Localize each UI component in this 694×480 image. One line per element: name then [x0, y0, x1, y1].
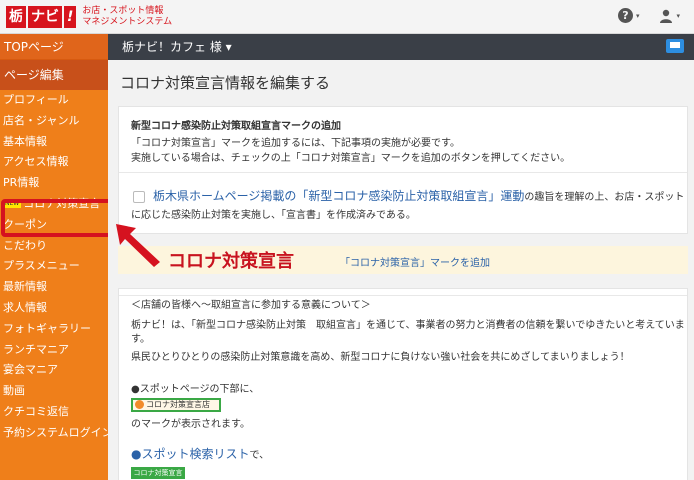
sidebar-item-label: 最新情報 [3, 280, 47, 294]
top-header: 栃 ナビ ! お店・スポット情報 マネジメントシステム ? ▾ ▾ [0, 0, 694, 34]
monitor-icon[interactable] [666, 39, 684, 53]
badge-icon [135, 400, 144, 409]
page-title: コロナ対策宣言情報を編集する [120, 74, 331, 92]
sidebar-item-label: 動画 [3, 384, 25, 398]
help-icon: ? [617, 8, 633, 23]
bullet-text: ●スポットページの下部に、 [131, 384, 260, 395]
sidebar-item-label: 求人情報 [3, 300, 47, 314]
about-paragraph: す。 [131, 334, 150, 345]
sidebar-item[interactable]: 最新情報 [0, 277, 108, 298]
about-paragraph: 栃ナビ！は、「新型コロナ感染防止対策 取組宣言」を通じて、事業者の努力と消費者の… [131, 320, 685, 331]
sidebar-item-label: 予約システムログイン [3, 425, 108, 439]
sidebar-item[interactable]: フォトギャラリー [0, 319, 108, 340]
sidebar-menu: プロフィール 店名・ジャンル 基本情報 アクセス情報 PR情報 NEW コロナ対策宣言 クーポ… [0, 90, 108, 444]
logo-mark-part: ! [64, 6, 77, 28]
sidebar-item[interactable]: クチコミ返信 [0, 402, 108, 423]
sidebar-item-label: フォトギャラリー [3, 321, 91, 335]
logo-mark-part: ナビ [28, 6, 62, 28]
sidebar-item[interactable]: 宴会マニア [0, 360, 108, 381]
sidebar-item[interactable]: アクセス情報 [0, 152, 108, 173]
sidebar-item[interactable]: PR情報 [0, 173, 108, 194]
corona-list-badge: コロナ対策宣言 [131, 467, 185, 479]
sidebar-item[interactable]: こだわり [0, 236, 108, 257]
add-mark-link[interactable]: 「コロナ対策宣言」マークを追加 [340, 254, 490, 269]
shop-selector[interactable]: 栃ナビ！カフェ 様 ▾ [122, 34, 232, 60]
sidebar-item-label: PR情報 [3, 176, 40, 190]
user-icon [660, 9, 673, 23]
chevron-down-icon: ▾ [635, 11, 640, 20]
sidebar-item-label: クチコミ返信 [3, 404, 69, 418]
sidebar-item[interactable]: プラスメニュー [0, 256, 108, 277]
sidebar-item-label: プラスメニュー [3, 259, 80, 273]
sidebar-item[interactable]: 基本情報 [0, 132, 108, 153]
divider [119, 295, 687, 296]
spot-search-list-link[interactable]: ●スポット検索リスト [131, 447, 249, 461]
highlight-frame [1, 199, 116, 237]
section-title: 新型コロナ感染防止対策取組宣言マークの追加 [131, 121, 341, 132]
sidebar-item-label: アクセス情報 [3, 155, 69, 169]
sidebar-item[interactable]: ランチマニア [0, 340, 108, 361]
bullet-text: のマークが表示されます。 [131, 419, 250, 430]
sidebar-item-page-edit[interactable]: ページ編集 [0, 60, 108, 90]
sidebar-item[interactable]: 予約システムログイン [0, 423, 108, 444]
mark-add-panel: 新型コロナ感染防止対策取組宣言マークの追加 「コロナ対策宣言」マークを追加するに… [118, 106, 688, 234]
agree-checkbox[interactable] [133, 191, 145, 203]
logo-mark: 栃 ナビ ! [6, 6, 77, 28]
agreement-text-line2: に応じた感染防止対策を実施し、「宣言書」を作成済みである。 [131, 210, 416, 221]
sidebar-item-top[interactable]: TOPページ [0, 34, 108, 60]
logo[interactable]: 栃 ナビ ! お店・スポット情報 マネジメントシステム [6, 5, 172, 29]
logo-subtitle-line: お店・スポット情報 [82, 6, 164, 16]
sidebar-item-label: 宴会マニア [3, 363, 58, 377]
callout-arrow-icon [116, 224, 160, 267]
description-line: 「コロナ対策宣言」マークを追加するには、下記事項の実施が必要です。 [131, 138, 460, 149]
add-mark-bar: コロナ対策宣言 「コロナ対策宣言」マークを追加 [118, 246, 688, 274]
agreement-text: 栃木県ホームページ掲載の「新型コロナ感染防止対策取組宣言」運動の趣旨を理解の上、… [153, 187, 684, 204]
corona-store-badge: コロナ対策宣言店 [131, 398, 221, 412]
prefecture-declaration-link[interactable]: 栃木県ホームページ掲載の「新型コロナ感染防止対策取組宣言」運動 [153, 189, 524, 203]
about-paragraph: 県民ひとりひとりの感染防止対策意識を高め、新型コロナに負けない強い社会を共にめざ… [131, 352, 630, 363]
logo-subtitle-line: マネジメントシステム [82, 17, 173, 27]
sidebar-item-label: 基本情報 [3, 134, 47, 148]
sidebar-item[interactable]: 求人情報 [0, 298, 108, 319]
about-heading: ＜店舗の皆様へ～取組宣言に参加する意義について＞ [131, 300, 371, 311]
sidebar-item-label: ランチマニア [3, 342, 69, 356]
sidebar-item-label: 店名・ジャンル [3, 113, 80, 127]
description-line: 実施している場合は、チェックの上「コロナ対策宣言」マークを追加のボタンを押してく… [131, 153, 571, 164]
badge-label: コロナ対策宣言店 [146, 400, 210, 409]
header-actions: ? ▾ ▾ [617, 8, 680, 23]
about-panel: ＜店舗の皆様へ～取組宣言に参加する意義について＞ 栃ナビ！は、「新型コロナ感染防… [118, 288, 688, 480]
sidebar-item-label: こだわり [3, 238, 47, 252]
sidebar-item-label: プロフィール [3, 93, 69, 106]
sidebar-item[interactable]: 店名・ジャンル [0, 111, 108, 132]
logo-subtitle: お店・スポット情報 マネジメントシステム [82, 6, 172, 28]
user-menu-button[interactable]: ▾ [659, 8, 680, 23]
main-content: コロナ対策宣言情報を編集する 新型コロナ感染防止対策取組宣言マークの追加 「コロ… [108, 60, 694, 480]
bullet-text: ●スポット検索リストで、 [131, 447, 269, 463]
shop-bar: 栃ナビ！カフェ 様 ▾ [108, 34, 694, 60]
sidebar-item[interactable]: プロフィール [0, 90, 108, 111]
help-menu-button[interactable]: ? ▾ [617, 8, 640, 23]
agreement-text-rest: の趣旨を理解の上、お店・スポット [524, 192, 685, 203]
bullet-text-rest: で、 [249, 450, 270, 461]
callout-label: コロナ対策宣言 [168, 251, 294, 272]
divider [119, 172, 687, 173]
logo-mark-part: 栃 [6, 6, 26, 28]
sidebar: TOPページ ページ編集 プロフィール 店名・ジャンル 基本情報アクセス情報 PR情報… [0, 34, 108, 480]
chevron-down-icon: ▾ [676, 11, 680, 20]
sidebar-item[interactable]: 動画 [0, 381, 108, 402]
section-description: 「コロナ対策宣言」マークを追加するには、下記事項の実施が必要です。 実施している… [131, 136, 570, 166]
